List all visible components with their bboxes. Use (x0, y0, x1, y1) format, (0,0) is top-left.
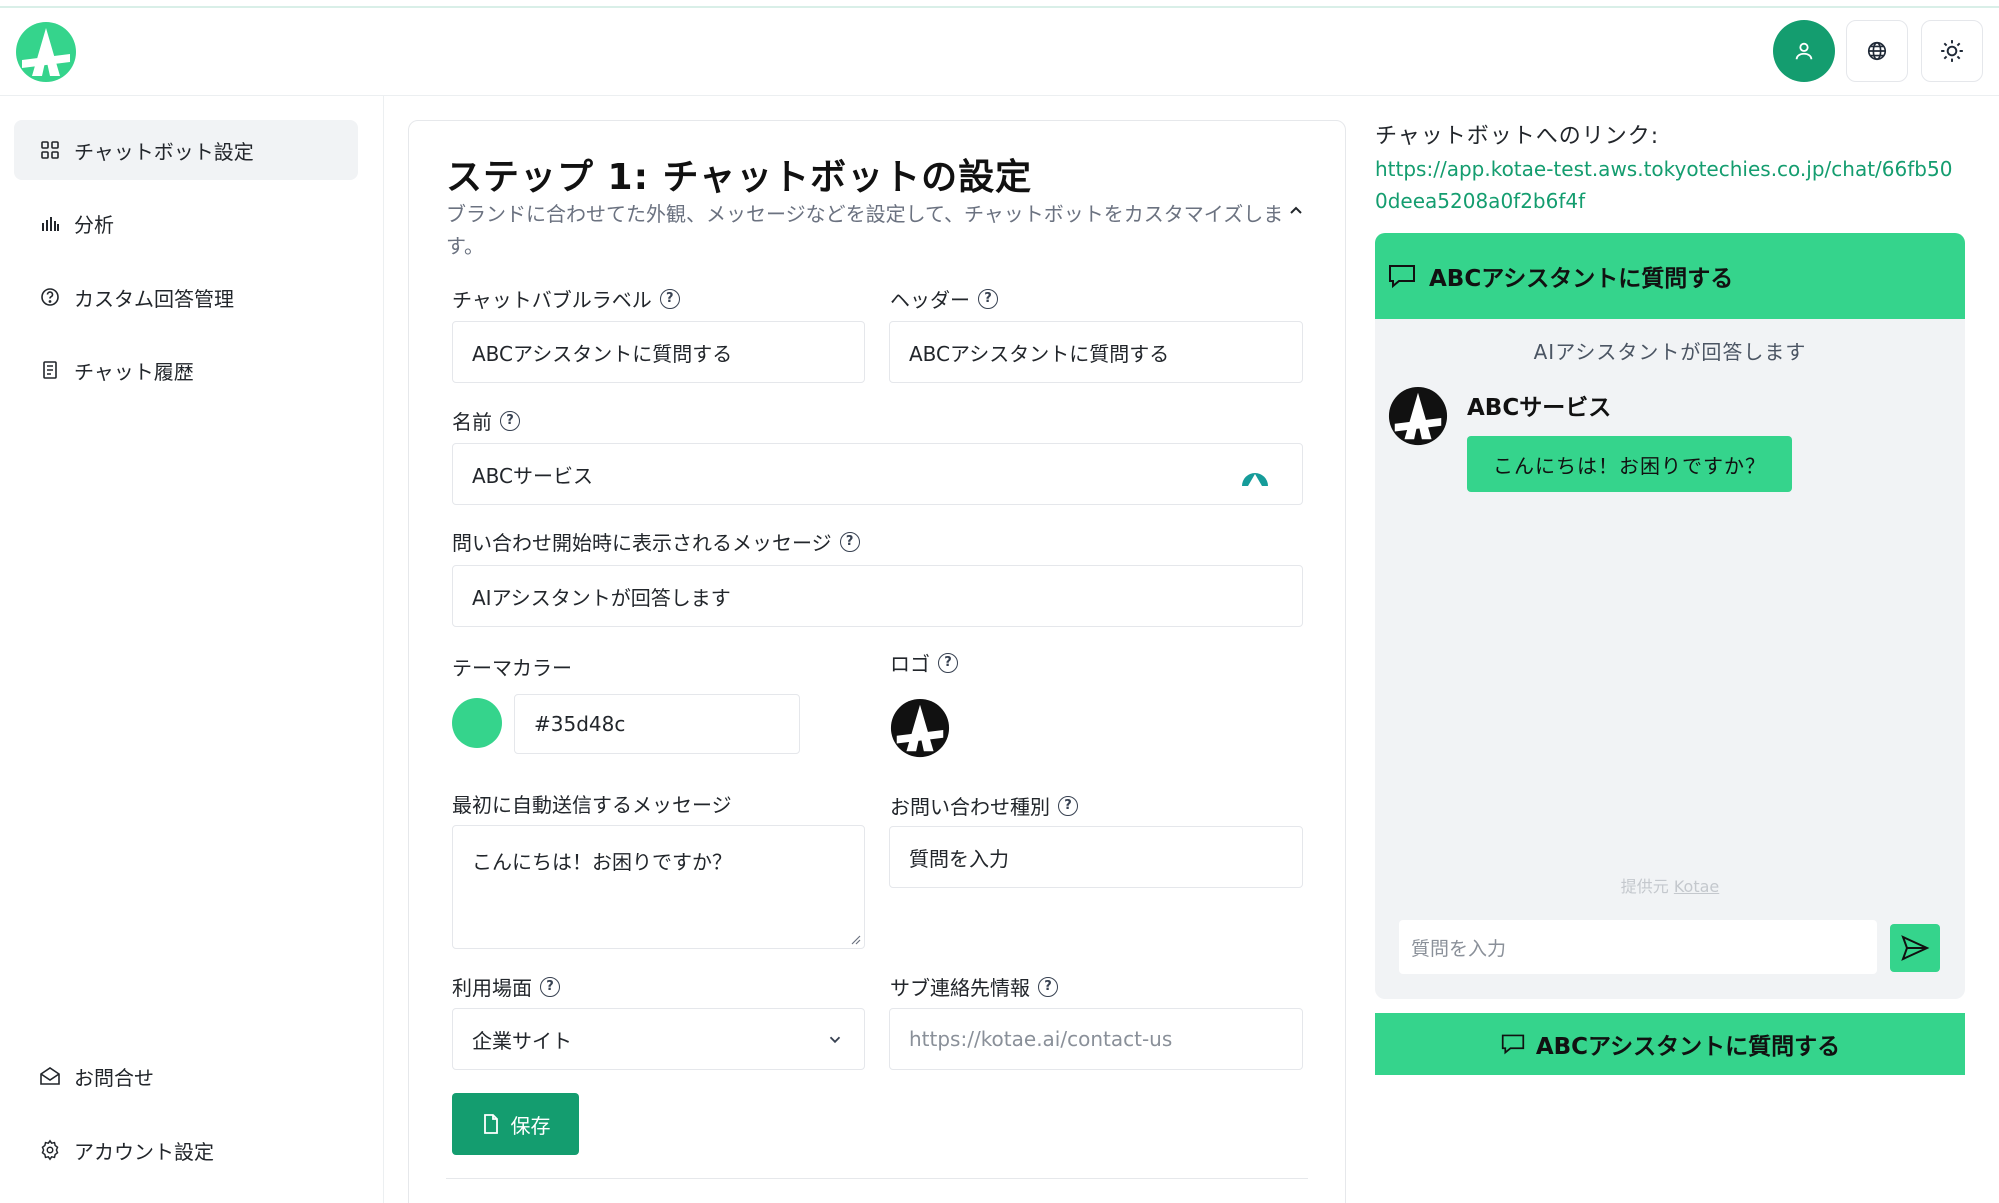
app-logo[interactable] (14, 20, 78, 84)
usage-label: 利用場面? (452, 972, 560, 1001)
help-icon[interactable]: ? (978, 288, 998, 309)
sidebar-item-chat-history[interactable]: チャット履歴 (14, 340, 358, 400)
help-icon[interactable]: ? (1058, 795, 1078, 816)
mail-icon (38, 1064, 62, 1088)
header-label: ヘッダー? (890, 284, 998, 313)
chat-bubble-icon (1501, 1034, 1524, 1055)
bubble-label-label: チャットバブルラベル? (452, 284, 680, 313)
chevron-up-icon[interactable] (1286, 200, 1306, 220)
resize-handle-icon[interactable] (849, 933, 861, 945)
gear-icon (38, 1138, 62, 1162)
sidebar-item-label: お問合せ (74, 1065, 154, 1090)
sidebar-item-custom-answers[interactable]: カスタム回答管理 (14, 267, 358, 327)
help-icon[interactable]: ? (839, 531, 860, 552)
theme-color-swatch[interactable] (452, 698, 502, 748)
sidebar-item-analytics[interactable]: 分析 (14, 193, 358, 253)
start-message-label: 問い合わせ開始時に表示されるメッセージ? (452, 527, 860, 556)
user-icon (1795, 42, 1813, 60)
chatbot-link-title: チャットボットへのリンク: (1375, 124, 1660, 149)
sidebar-item-label: 分析 (74, 212, 114, 237)
name-input[interactable]: ABCサービス (452, 443, 1303, 505)
page-title: ステップ 1: チャットボットの設定 (446, 157, 1033, 198)
theme-color-label: テーマカラー (452, 656, 572, 680)
help-icon[interactable]: ? (938, 652, 958, 673)
globe-icon (1867, 41, 1887, 61)
help-circle-icon (38, 285, 62, 309)
sidebar: チャットボット設定 分析 カスタム回答管理 チャット履歴 お問合せ アカウント設… (0, 96, 384, 1203)
greeting-bubble: こんにちは！お困りですか？ (1467, 436, 1792, 492)
sidebar-item-account-settings[interactable]: アカウント設定 (14, 1120, 358, 1180)
bot-avatar (1388, 386, 1448, 446)
sidebar-item-label: カスタム回答管理 (74, 286, 234, 311)
auto-message-label: 最初に自動送信するメッセージ (452, 793, 732, 817)
grid-icon (38, 138, 62, 162)
name-label: 名前? (452, 406, 520, 435)
chat-bubble-icon (1389, 265, 1415, 289)
auto-message-textarea[interactable]: こんにちは！お困りですか？ (452, 825, 865, 949)
inquiry-type-input[interactable]: 質問を入力 (889, 826, 1303, 888)
sidebar-item-label: チャットボット設定 (74, 139, 254, 164)
bot-name-logo-icon (1242, 473, 1268, 486)
chat-preview-window: ABCアシスタントに質問する AIアシスタントが回答します ABCサービス こん… (1375, 233, 1965, 999)
theme-color-input[interactable]: #35d48c (514, 694, 800, 754)
user-button[interactable] (1773, 20, 1835, 82)
bar-chart-icon (38, 211, 62, 235)
logo-preview[interactable] (889, 697, 951, 759)
top-header (0, 8, 1999, 96)
sidebar-item-chatbot-settings[interactable]: チャットボット設定 (14, 120, 358, 180)
top-accent-line (0, 0, 1999, 8)
card-divider (446, 1178, 1308, 1179)
powered-by-link[interactable]: Kotae (1674, 877, 1719, 896)
sidebar-item-contact[interactable]: お問合せ (14, 1046, 358, 1106)
chat-subtitle: AIアシスタントが回答します (1533, 340, 1807, 364)
logo-label: ロゴ? (890, 648, 958, 677)
file-icon (483, 1114, 498, 1134)
inquiry-type-label: お問い合わせ種別? (890, 791, 1078, 820)
help-icon[interactable]: ? (1038, 976, 1058, 997)
help-icon[interactable]: ? (500, 410, 520, 431)
chat-message-input[interactable]: 質問を入力 (1399, 920, 1877, 974)
send-icon (1901, 935, 1930, 961)
sub-contact-label: サブ連絡先情報? (890, 972, 1058, 1001)
bubble-label-input[interactable]: ABCアシスタントに質問する (452, 321, 865, 383)
language-button[interactable] (1846, 20, 1908, 82)
powered-by: 提供元 Kotae (1620, 877, 1720, 896)
theme-toggle-button[interactable] (1921, 20, 1983, 82)
ask-assistant-button[interactable]: ABCアシスタントに質問する (1375, 1013, 1965, 1075)
send-button[interactable] (1890, 924, 1940, 972)
chevron-down-icon (829, 1036, 841, 1044)
chatbot-link[interactable]: https://app.kotae-test.aws.tokyotechies.… (1375, 153, 1965, 217)
help-icon[interactable]: ? (540, 976, 560, 997)
header-input[interactable]: ABCアシスタントに質問する (889, 321, 1303, 383)
sun-icon (1941, 40, 1963, 62)
help-icon[interactable]: ? (659, 288, 680, 309)
usage-select[interactable]: 企業サイト (452, 1008, 865, 1070)
sidebar-item-label: チャット履歴 (74, 359, 194, 384)
save-button[interactable]: 保存 (452, 1093, 579, 1155)
sidebar-item-label: アカウント設定 (74, 1139, 214, 1164)
page-description: ブランドに合わせてた外観、メッセージなどを設定して、チャットボットをカスタマイズ… (446, 202, 1284, 258)
bot-name: ABCサービス (1467, 395, 1612, 421)
start-message-input[interactable]: AIアシスタントが回答します (452, 565, 1303, 627)
chat-header: ABCアシスタントに質問する (1375, 233, 1965, 319)
sub-contact-input[interactable]: https://kotae.ai/contact-us (889, 1008, 1303, 1070)
document-icon (38, 358, 62, 382)
